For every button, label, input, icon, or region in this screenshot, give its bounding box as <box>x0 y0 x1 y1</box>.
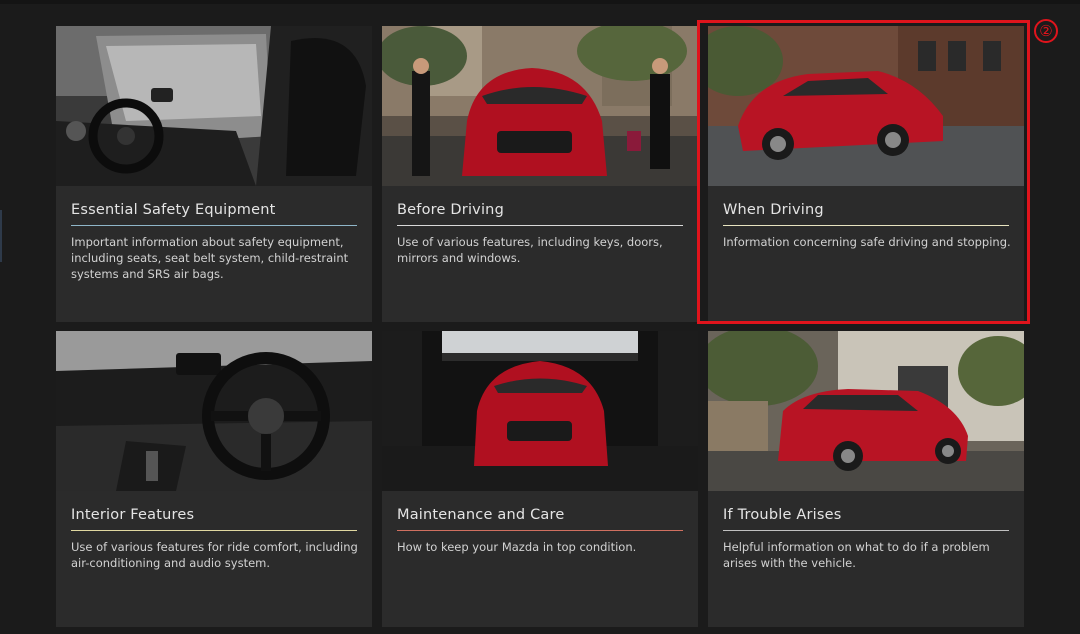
card-title: Essential Safety Equipment <box>71 202 276 218</box>
car-garage-front-image <box>382 331 698 491</box>
title-divider <box>723 530 1009 531</box>
step-number-marker: ② <box>1034 19 1058 43</box>
card-maintenance-and-care[interactable]: Maintenance and Care How to keep your Ma… <box>382 331 698 627</box>
card-description: How to keep your Mazda in top condition. <box>397 540 637 554</box>
card-description: Important information about safety equip… <box>71 235 349 281</box>
title-divider <box>71 530 357 531</box>
title-divider <box>71 225 357 226</box>
title-divider <box>397 225 683 226</box>
car-parked-rear-image <box>708 331 1024 491</box>
card-title: If Trouble Arises <box>723 507 842 523</box>
card-interior-features[interactable]: Interior Features Use of various feature… <box>56 331 372 627</box>
card-description: Helpful information on what to do if a p… <box>723 540 990 570</box>
title-divider <box>397 530 683 531</box>
card-before-driving[interactable]: Before Driving Use of various features, … <box>382 26 698 322</box>
card-if-trouble-arises[interactable]: If Trouble Arises Helpful information on… <box>708 331 1024 627</box>
highlight-box <box>697 20 1030 324</box>
car-front-street-people-image <box>382 26 698 186</box>
car-interior-seats-image <box>56 26 372 186</box>
card-essential-safety-equipment[interactable]: Essential Safety Equipment Important inf… <box>56 26 372 322</box>
card-title: Before Driving <box>397 202 504 218</box>
card-title: Interior Features <box>71 507 195 523</box>
dashboard-steering-wheel-image <box>56 331 372 491</box>
card-title: Maintenance and Care <box>397 507 565 523</box>
card-description: Use of various features for ride comfort… <box>71 540 358 570</box>
card-description: Use of various features, including keys,… <box>397 235 663 265</box>
